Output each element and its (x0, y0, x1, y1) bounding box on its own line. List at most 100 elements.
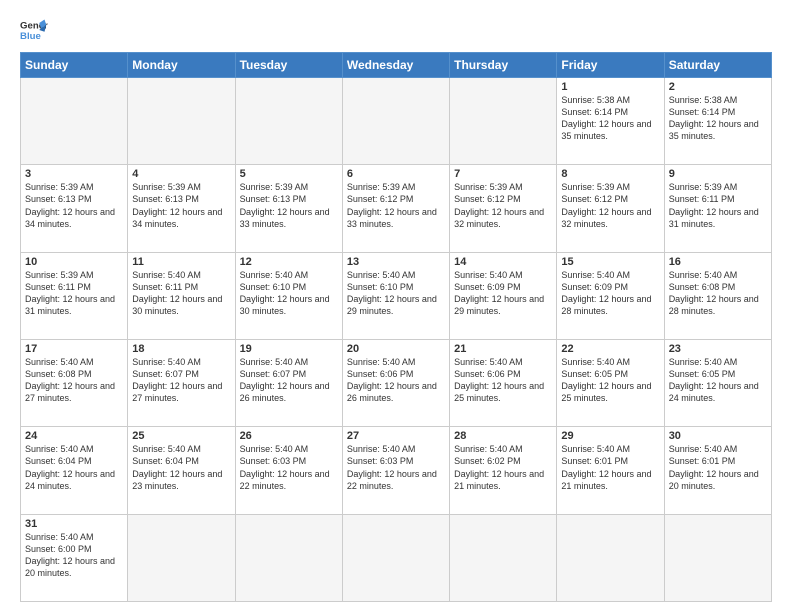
day-info: Sunrise: 5:40 AM Sunset: 6:10 PM Dayligh… (240, 269, 338, 318)
day-number: 3 (25, 168, 123, 180)
day-cell: 20Sunrise: 5:40 AM Sunset: 6:06 PM Dayli… (342, 339, 449, 426)
day-info: Sunrise: 5:40 AM Sunset: 6:04 PM Dayligh… (25, 443, 123, 492)
day-cell: 10Sunrise: 5:39 AM Sunset: 6:11 PM Dayli… (21, 252, 128, 339)
day-number: 18 (132, 343, 230, 355)
day-number: 19 (240, 343, 338, 355)
day-cell (557, 514, 664, 601)
col-header-tuesday: Tuesday (235, 53, 342, 78)
days-of-week-row: SundayMondayTuesdayWednesdayThursdayFrid… (21, 53, 772, 78)
day-info: Sunrise: 5:39 AM Sunset: 6:12 PM Dayligh… (347, 181, 445, 230)
day-number: 24 (25, 430, 123, 442)
week-row-4: 17Sunrise: 5:40 AM Sunset: 6:08 PM Dayli… (21, 339, 772, 426)
day-cell: 17Sunrise: 5:40 AM Sunset: 6:08 PM Dayli… (21, 339, 128, 426)
day-cell: 8Sunrise: 5:39 AM Sunset: 6:12 PM Daylig… (557, 165, 664, 252)
day-number: 9 (669, 168, 767, 180)
day-info: Sunrise: 5:40 AM Sunset: 6:03 PM Dayligh… (347, 443, 445, 492)
day-cell (128, 514, 235, 601)
day-cell: 15Sunrise: 5:40 AM Sunset: 6:09 PM Dayli… (557, 252, 664, 339)
day-number: 28 (454, 430, 552, 442)
col-header-friday: Friday (557, 53, 664, 78)
calendar-body: 1Sunrise: 5:38 AM Sunset: 6:14 PM Daylig… (21, 78, 772, 602)
day-info: Sunrise: 5:40 AM Sunset: 6:05 PM Dayligh… (669, 356, 767, 405)
day-cell: 22Sunrise: 5:40 AM Sunset: 6:05 PM Dayli… (557, 339, 664, 426)
day-number: 10 (25, 256, 123, 268)
day-cell (450, 514, 557, 601)
day-info: Sunrise: 5:40 AM Sunset: 6:08 PM Dayligh… (669, 269, 767, 318)
day-cell: 7Sunrise: 5:39 AM Sunset: 6:12 PM Daylig… (450, 165, 557, 252)
day-cell: 30Sunrise: 5:40 AM Sunset: 6:01 PM Dayli… (664, 427, 771, 514)
day-cell: 14Sunrise: 5:40 AM Sunset: 6:09 PM Dayli… (450, 252, 557, 339)
day-info: Sunrise: 5:39 AM Sunset: 6:13 PM Dayligh… (240, 181, 338, 230)
day-cell: 3Sunrise: 5:39 AM Sunset: 6:13 PM Daylig… (21, 165, 128, 252)
header: General Blue (20, 16, 772, 44)
day-number: 7 (454, 168, 552, 180)
day-number: 26 (240, 430, 338, 442)
day-info: Sunrise: 5:40 AM Sunset: 6:07 PM Dayligh… (240, 356, 338, 405)
day-info: Sunrise: 5:40 AM Sunset: 6:05 PM Dayligh… (561, 356, 659, 405)
day-number: 27 (347, 430, 445, 442)
week-row-2: 3 Sunrise: 5:39 AM Sunset: 6:13 PM Daylig… (21, 165, 772, 252)
day-cell: 25Sunrise: 5:40 AM Sunset: 6:04 PM Dayli… (128, 427, 235, 514)
day-info: Sunrise: 5:39 AM Sunset: 6:11 PM Dayligh… (669, 181, 767, 230)
day-info: Sunrise: 5:40 AM Sunset: 6:01 PM Dayligh… (561, 443, 659, 492)
day-number: 15 (561, 256, 659, 268)
svg-text:Blue: Blue (20, 31, 41, 42)
week-row-3: 10Sunrise: 5:39 AM Sunset: 6:11 PM Dayli… (21, 252, 772, 339)
day-number: 2 (669, 81, 767, 93)
day-number: 5 (240, 168, 338, 180)
day-cell: 16Sunrise: 5:40 AM Sunset: 6:08 PM Dayli… (664, 252, 771, 339)
day-cell: 11Sunrise: 5:40 AM Sunset: 6:11 PM Dayli… (128, 252, 235, 339)
day-info: Sunrise: 5:38 AM Sunset: 6:14 PM Dayligh… (561, 94, 659, 143)
day-cell (664, 514, 771, 601)
week-row-5: 24Sunrise: 5:40 AM Sunset: 6:04 PM Dayli… (21, 427, 772, 514)
day-info: Sunrise: 5:40 AM Sunset: 6:09 PM Dayligh… (454, 269, 552, 318)
day-info: Sunrise: 5:40 AM Sunset: 6:02 PM Dayligh… (454, 443, 552, 492)
day-info: Sunrise: 5:40 AM Sunset: 6:07 PM Dayligh… (132, 356, 230, 405)
day-number: 20 (347, 343, 445, 355)
week-row-6: 31Sunrise: 5:40 AM Sunset: 6:00 PM Dayli… (21, 514, 772, 601)
day-number: 8 (561, 168, 659, 180)
page: General Blue SundayMondayTuesdayWednesda… (0, 0, 792, 612)
day-cell: 18Sunrise: 5:40 AM Sunset: 6:07 PM Dayli… (128, 339, 235, 426)
day-cell: 24Sunrise: 5:40 AM Sunset: 6:04 PM Dayli… (21, 427, 128, 514)
day-info: Sunrise: 5:40 AM Sunset: 6:11 PM Dayligh… (132, 269, 230, 318)
day-number: 22 (561, 343, 659, 355)
day-number: 23 (669, 343, 767, 355)
day-cell (128, 78, 235, 165)
day-cell: 6Sunrise: 5:39 AM Sunset: 6:12 PM Daylig… (342, 165, 449, 252)
calendar-header: SundayMondayTuesdayWednesdayThursdayFrid… (21, 53, 772, 78)
day-cell: 31Sunrise: 5:40 AM Sunset: 6:00 PM Dayli… (21, 514, 128, 601)
day-cell (235, 78, 342, 165)
col-header-sunday: Sunday (21, 53, 128, 78)
day-cell (342, 514, 449, 601)
generalblue-logo-icon: General Blue (20, 16, 48, 44)
day-number: 11 (132, 256, 230, 268)
day-cell: 27Sunrise: 5:40 AM Sunset: 6:03 PM Dayli… (342, 427, 449, 514)
day-number: 30 (669, 430, 767, 442)
day-number: 16 (669, 256, 767, 268)
day-cell: 19Sunrise: 5:40 AM Sunset: 6:07 PM Dayli… (235, 339, 342, 426)
calendar-table: SundayMondayTuesdayWednesdayThursdayFrid… (20, 52, 772, 602)
day-cell: 29Sunrise: 5:40 AM Sunset: 6:01 PM Dayli… (557, 427, 664, 514)
day-number: 17 (25, 343, 123, 355)
day-cell (450, 78, 557, 165)
day-number: 25 (132, 430, 230, 442)
day-info: Sunrise: 5:40 AM Sunset: 6:04 PM Dayligh… (132, 443, 230, 492)
day-number: 29 (561, 430, 659, 442)
day-info: Sunrise: 5:40 AM Sunset: 6:06 PM Dayligh… (454, 356, 552, 405)
day-info: Sunrise: 5:40 AM Sunset: 6:01 PM Dayligh… (669, 443, 767, 492)
day-info: Sunrise: 5:40 AM Sunset: 6:09 PM Dayligh… (561, 269, 659, 318)
day-cell: 23Sunrise: 5:40 AM Sunset: 6:05 PM Dayli… (664, 339, 771, 426)
day-info: Sunrise: 5:40 AM Sunset: 6:03 PM Dayligh… (240, 443, 338, 492)
day-info: Sunrise: 5:39 AM Sunset: 6:11 PM Dayligh… (25, 269, 123, 318)
day-number: 12 (240, 256, 338, 268)
day-number: 4 (132, 168, 230, 180)
day-info: Sunrise: 5:39 AM Sunset: 6:12 PM Dayligh… (561, 181, 659, 230)
day-cell: 9Sunrise: 5:39 AM Sunset: 6:11 PM Daylig… (664, 165, 771, 252)
day-cell: 28Sunrise: 5:40 AM Sunset: 6:02 PM Dayli… (450, 427, 557, 514)
day-info: Sunrise: 5:40 AM Sunset: 6:10 PM Dayligh… (347, 269, 445, 318)
day-number: 21 (454, 343, 552, 355)
day-cell: 1Sunrise: 5:38 AM Sunset: 6:14 PM Daylig… (557, 78, 664, 165)
logo: General Blue (20, 16, 48, 44)
day-info: Sunrise: 5:38 AM Sunset: 6:14 PM Dayligh… (669, 94, 767, 143)
